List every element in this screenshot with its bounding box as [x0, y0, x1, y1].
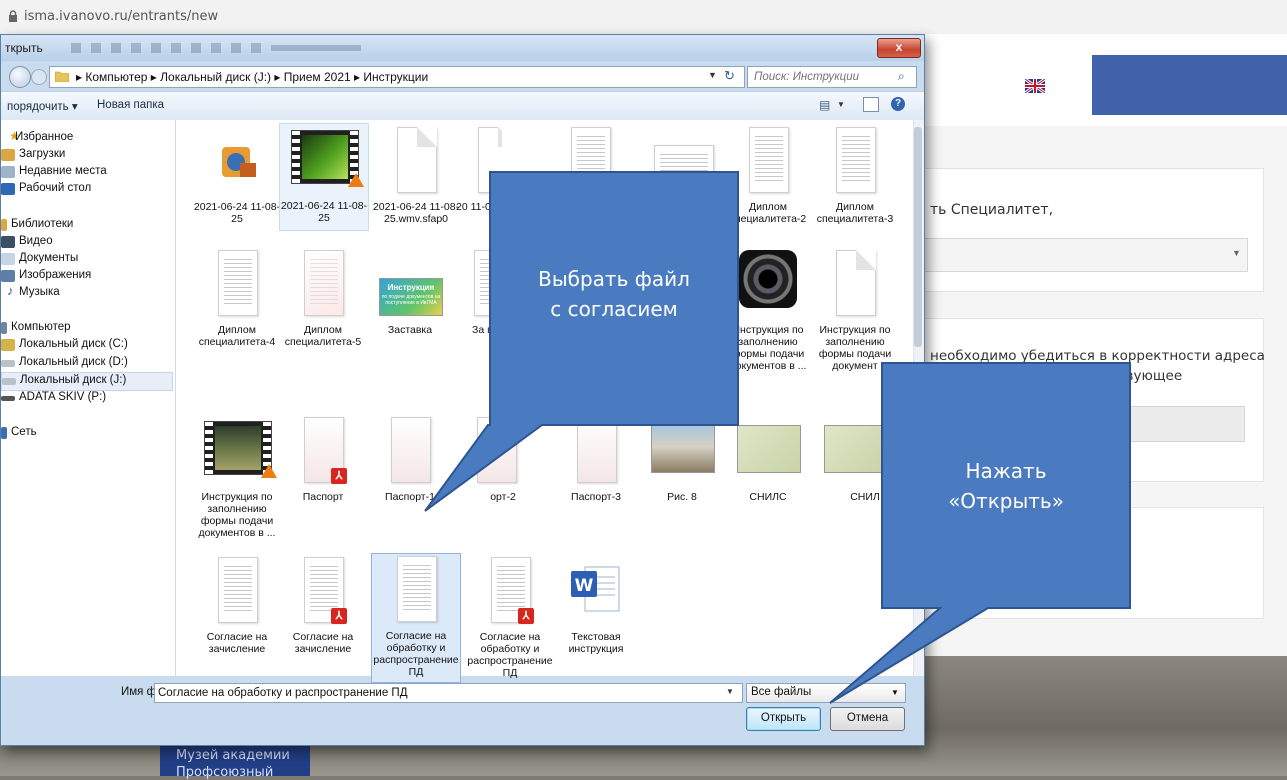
callout-select-file-text: Выбрать файл с согласием — [538, 267, 690, 321]
annotation-overlay — [424, 171, 1131, 704]
callout-press-open-text: Нажать «Открыть» — [948, 459, 1064, 513]
callout-press-open — [829, 362, 1131, 704]
callout-select-file — [424, 171, 739, 512]
